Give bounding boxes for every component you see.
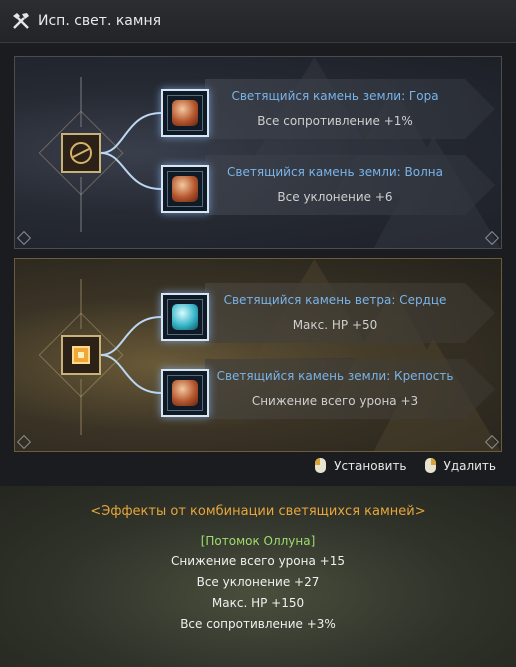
- combo-effect-line: Макс. HP +150: [211, 596, 305, 610]
- stone-slot-4[interactable]: [161, 369, 209, 417]
- hub-slot-2[interactable]: [61, 335, 101, 375]
- remove-button[interactable]: Удалить: [424, 458, 497, 473]
- slot-frame: [167, 375, 203, 411]
- earth-gem-icon: [172, 100, 198, 126]
- slot-frame: [167, 299, 203, 335]
- stone-name: Светящийся камень земли: Волна: [227, 165, 443, 179]
- left-mouse-icon: [315, 458, 327, 473]
- stone-info-1: Светящийся камень земли: Гора Все сопрот…: [205, 79, 495, 139]
- combo-effect-line: Снижение всего урона +15: [171, 554, 345, 568]
- crossed-tools-icon: [13, 13, 29, 29]
- stone-info-4: Светящийся камень земли: Крепость Снижен…: [205, 359, 495, 419]
- stone-effect: Макс. HP +50: [292, 318, 378, 332]
- stone-group-1: Светящийся камень земли: Гора Все сопрот…: [14, 56, 502, 249]
- stone-slot-1[interactable]: [161, 89, 209, 137]
- stone-slot-3[interactable]: [161, 293, 209, 341]
- stone-effect: Все уклонение +6: [277, 190, 393, 204]
- earth-gem-icon: [172, 176, 198, 202]
- window-title: Исп. свет. камня: [38, 13, 162, 29]
- combo-effect-line: Все сопротивление +3%: [180, 617, 336, 631]
- stone-slot-2[interactable]: [161, 165, 209, 213]
- earth-gem-icon: [172, 380, 198, 406]
- slot-frame: [167, 171, 203, 207]
- ring-emblem-icon: [70, 142, 92, 164]
- stone-effect: Снижение всего урона +3: [251, 394, 419, 408]
- stone-name: Светящийся камень ветра: Сердце: [223, 293, 447, 307]
- hub-slot-1[interactable]: [61, 133, 101, 173]
- action-bar: Установить Удалить: [315, 458, 496, 473]
- slot-frame: [167, 95, 203, 131]
- combo-title: <Эффекты от комбинации светящихся камней…: [90, 504, 426, 519]
- title-bar: Исп. свет. камня: [0, 0, 516, 43]
- wind-gem-icon: [172, 304, 198, 330]
- amber-core-icon: [72, 346, 90, 364]
- remove-label: Удалить: [443, 458, 497, 473]
- combo-set-name: [Потомок Оллуна]: [200, 534, 316, 548]
- stone-info-2: Светящийся камень земли: Волна Все уклон…: [205, 155, 495, 215]
- stone-info-3: Светящийся камень ветра: Сердце Макс. HP…: [205, 283, 495, 343]
- stone-name: Светящийся камень земли: Гора: [231, 89, 439, 103]
- stone-name: Светящийся камень земли: Крепость: [216, 369, 454, 383]
- stone-group-2: Светящийся камень ветра: Сердце Макс. HP…: [14, 258, 502, 452]
- combo-effects-panel: <Эффекты от комбинации светящихся камней…: [0, 486, 516, 667]
- combo-effect-line: Все уклонение +27: [196, 575, 320, 589]
- right-mouse-icon: [424, 458, 436, 473]
- stone-effect: Все сопротивление +1%: [257, 114, 413, 128]
- install-label: Установить: [334, 458, 407, 473]
- install-button[interactable]: Установить: [315, 458, 407, 473]
